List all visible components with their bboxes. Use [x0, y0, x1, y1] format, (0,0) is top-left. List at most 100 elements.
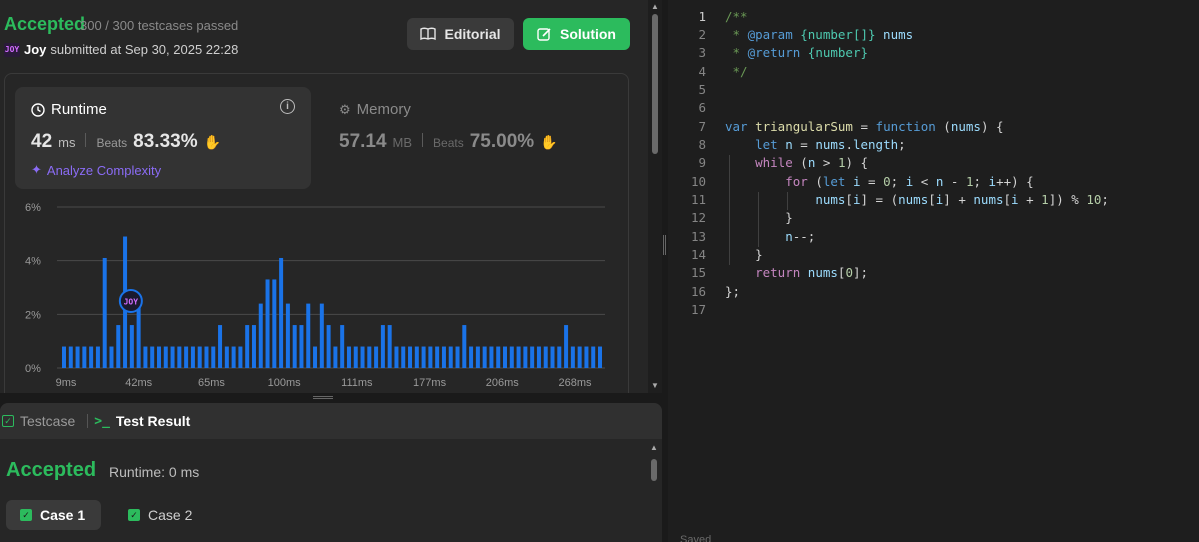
chart-bar	[489, 346, 494, 368]
scroll-up-icon[interactable]: ▲	[650, 443, 658, 452]
y-tick-label: 4%	[25, 256, 41, 268]
memory-unit: MB	[392, 135, 413, 150]
chart-bar	[523, 346, 528, 368]
chart-bar	[68, 346, 73, 368]
chart-bar	[150, 346, 155, 368]
chart-bar	[333, 346, 338, 368]
x-tick-label: 111ms	[341, 377, 373, 389]
chart-bar	[469, 346, 474, 368]
submission-scrollbar[interactable]: ▲ ▼	[648, 0, 662, 393]
chart-bar	[102, 257, 107, 368]
chart-bar	[265, 279, 270, 368]
clock-icon	[31, 102, 45, 117]
runtime-card[interactable]: Runtime i 42 ms Beats 83.33% ✋ ✦ Analyze…	[15, 87, 311, 189]
chart-bar	[367, 346, 372, 368]
y-tick-label: 0%	[25, 363, 41, 375]
chart-bar	[394, 346, 399, 368]
result-runtime: Runtime: 0 ms	[109, 464, 200, 480]
chart-bar	[163, 346, 168, 368]
chart-bar	[82, 346, 87, 368]
code-line: 2 * @param {number[]} nums	[698, 27, 914, 42]
submitted-at: submitted at Sep 30, 2025 22:28	[50, 42, 239, 57]
chart-bar	[279, 257, 284, 368]
code-line: 6	[698, 100, 706, 115]
chart-bar	[414, 346, 419, 368]
chart-bar	[428, 346, 433, 368]
runtime-header: Runtime	[31, 101, 107, 118]
chart-bar	[550, 346, 555, 368]
y-tick-label: 2%	[25, 309, 41, 321]
chart-bar	[184, 346, 189, 368]
runtime-stats: 42 ms Beats 83.33% ✋	[31, 131, 221, 153]
submission-status: Accepted	[4, 14, 86, 34]
x-tick-label: 206ms	[486, 377, 520, 389]
code-line: 16};	[690, 284, 741, 299]
tab-testcase[interactable]: ✓ Testcase	[0, 413, 83, 429]
chart-bar	[530, 346, 535, 368]
sparkle-icon: ✦	[31, 162, 42, 177]
chart-bar	[387, 325, 392, 368]
scroll-up-icon[interactable]: ▲	[651, 2, 659, 11]
chart-bar	[224, 346, 229, 368]
memory-card[interactable]: ⚙ Memory 57.14 MB Beats 75.00% ✋	[325, 87, 615, 189]
analyze-complexity-link[interactable]: ✦ Analyze Complexity	[31, 162, 161, 178]
memory-beats-label: Beats	[433, 136, 464, 150]
memory-header: ⚙ Memory	[339, 101, 411, 118]
chart-bar	[326, 325, 331, 368]
code-line: 3 * @return {number}	[698, 45, 868, 60]
chart-bar	[557, 346, 562, 368]
code-editor[interactable]: 1/** 2 * @param {number[]} nums 3 * @ret…	[668, 0, 1199, 542]
scrollbar-thumb[interactable]	[651, 459, 657, 481]
chart-bar	[598, 346, 602, 368]
chart-bar	[564, 325, 569, 368]
result-status: Accepted	[6, 459, 97, 481]
editorial-button[interactable]: Editorial	[407, 18, 514, 50]
code-line: 4 */	[698, 64, 748, 79]
chart-bar	[509, 346, 514, 368]
chart-bar	[197, 346, 202, 368]
chart-bar	[143, 346, 148, 368]
chart-bar	[177, 346, 182, 368]
solution-button[interactable]: Solution	[523, 18, 630, 50]
chart-bar	[218, 325, 223, 368]
result-scrollbar[interactable]: ▲	[648, 439, 662, 542]
chart-bar	[346, 346, 351, 368]
chart-bar	[129, 325, 134, 368]
testcases-passed: 300 / 300 testcases passed	[80, 18, 239, 33]
username-link[interactable]: Joy	[24, 42, 46, 57]
case-1-tab[interactable]: ✓ Case 1	[6, 500, 101, 530]
chart-bar	[408, 346, 413, 368]
chart-bar	[170, 346, 175, 368]
chart-bar	[591, 346, 596, 368]
code-line: 17	[690, 302, 706, 317]
chart-bar	[109, 346, 114, 368]
memory-beats-value: 75.00%	[469, 131, 535, 152]
chart-bar	[116, 325, 121, 368]
chart-bar	[238, 346, 243, 368]
x-tick-label: 100ms	[268, 377, 302, 389]
chart-bar	[475, 346, 480, 368]
chart-bar	[340, 325, 345, 368]
code-line: 10 for (let i = 0; i < n - 1; i++) {	[690, 174, 1034, 189]
runtime-beats-value: 83.33%	[133, 131, 198, 152]
chart-bar	[306, 303, 311, 368]
chart-bar	[374, 346, 379, 368]
chart-bar	[231, 346, 236, 368]
case-2-tab[interactable]: ✓ Case 2	[114, 500, 206, 530]
chart-bar	[516, 346, 521, 368]
clap-icon: ✋	[203, 134, 222, 150]
chart-bar	[577, 346, 582, 368]
scroll-down-icon[interactable]: ▼	[651, 381, 659, 390]
submitter-info: JOY Joy submitted at Sep 30, 2025 22:28	[4, 42, 238, 57]
chart-bar	[448, 346, 453, 368]
runtime-distribution-chart[interactable]: 6% 4% 2% 0% 9ms 42ms 65ms 100ms 111ms 177ms 206ms 2…	[0, 200, 648, 393]
scrollbar-thumb[interactable]	[652, 14, 658, 154]
avatar[interactable]: JOY	[4, 42, 20, 57]
panel-resize-handle[interactable]	[0, 393, 662, 403]
chart-bar	[441, 346, 446, 368]
tab-test-result[interactable]: >_ Test Result	[92, 413, 198, 429]
x-tick-label: 177ms	[413, 377, 447, 389]
user-marker-label: JOY	[124, 298, 139, 307]
terminal-icon: >_	[94, 413, 110, 429]
info-icon[interactable]: i	[280, 99, 295, 114]
